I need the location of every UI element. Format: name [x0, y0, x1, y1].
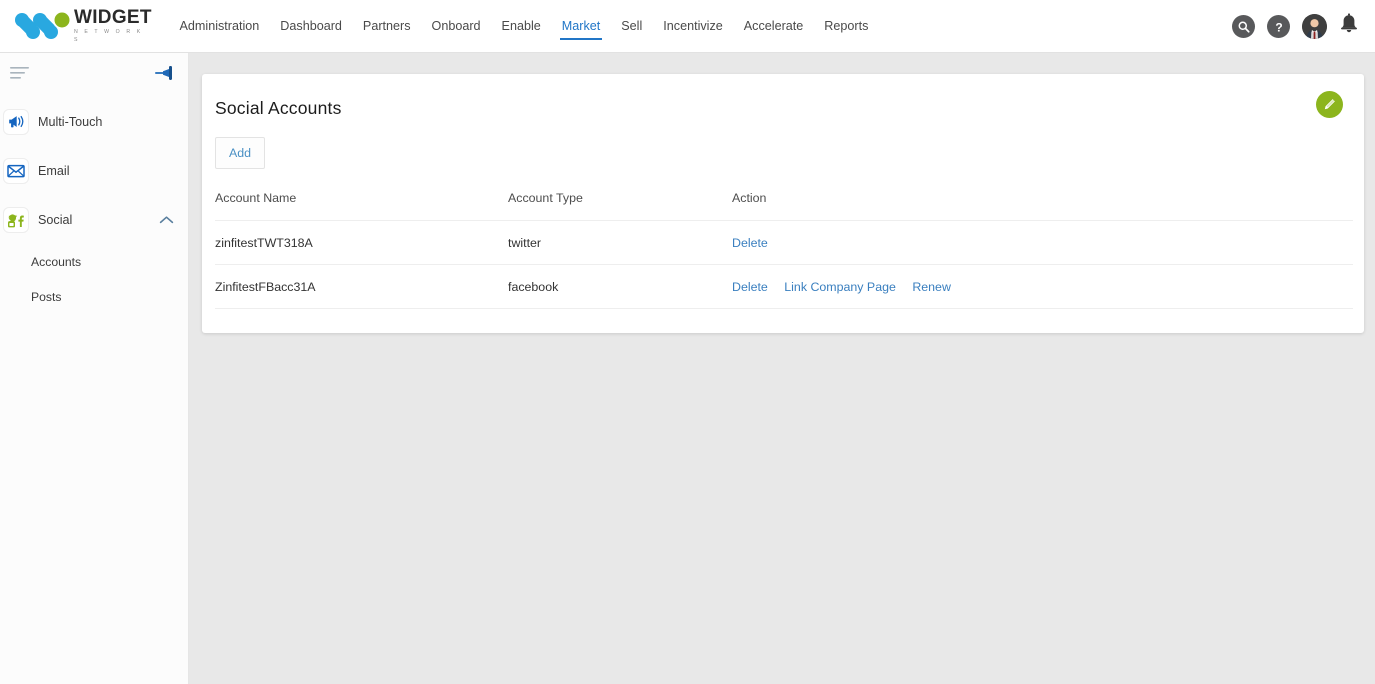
header-actions: ? [1232, 0, 1359, 53]
social-icon [3, 206, 29, 233]
sidebar: Multi-Touch Email Social Accounts Posts [0, 53, 189, 684]
brand-logo[interactable]: WIDGET N E T W O R K S [12, 6, 151, 46]
social-accounts-table: Account Name Account Type Action zinfite… [215, 191, 1353, 309]
nav-item-onboard[interactable]: Onboard [421, 0, 491, 53]
column-header-action: Action [732, 191, 1353, 221]
action-link-company-page[interactable]: Link Company Page [784, 280, 896, 294]
add-button[interactable]: Add [215, 137, 266, 169]
cell-actions: Delete Link Company Page Renew [732, 264, 1353, 309]
cell-actions: Delete [732, 220, 1353, 265]
sidebar-subitem-posts[interactable]: Posts [0, 279, 188, 314]
table-head: Account Name Account Type Action [215, 191, 1353, 221]
main-content: Social Accounts Add Account Name Account… [189, 53, 1375, 684]
brand-name: WIDGET [74, 7, 152, 28]
sidebar-subitem-accounts[interactable]: Accounts [0, 244, 188, 279]
search-icon[interactable] [1232, 15, 1255, 38]
nav-item-incentivize[interactable]: Incentivize [653, 0, 734, 53]
envelope-icon [3, 157, 29, 184]
page-title: Social Accounts [215, 98, 342, 118]
avatar-person-icon [1302, 14, 1327, 39]
column-header-account-type: Account Type [508, 191, 732, 221]
table-row: zinfitestTWT318A twitter Delete [215, 220, 1353, 265]
sidebar-item-email[interactable]: Email [0, 146, 188, 195]
nav-item-partners[interactable]: Partners [352, 0, 421, 53]
top-header-bar: WIDGET N E T W O R K S Administration Da… [0, 0, 1375, 53]
hamburger-glyph [10, 66, 29, 79]
bell-icon[interactable] [1339, 13, 1359, 40]
pencil-icon [1324, 99, 1335, 110]
sidebar-item-label-multi-touch: Multi-Touch [38, 114, 103, 129]
sidebar-item-multi-touch[interactable]: Multi-Touch [0, 97, 188, 146]
nav-item-administration[interactable]: Administration [169, 0, 270, 53]
action-renew[interactable]: Renew [912, 280, 951, 294]
pushpin-glyph [155, 65, 172, 80]
sidebar-item-label-social: Social [38, 212, 73, 227]
nav-item-dashboard[interactable]: Dashboard [270, 0, 353, 53]
nav-item-reports[interactable]: Reports [814, 0, 879, 53]
envelope-glyph [7, 164, 25, 177]
edit-button[interactable] [1316, 91, 1343, 118]
column-header-account-name: Account Name [215, 191, 508, 221]
sidebar-item-social[interactable]: Social [0, 195, 188, 244]
action-delete[interactable]: Delete [732, 236, 768, 250]
brand-tagline: N E T W O R K S [74, 29, 143, 43]
action-delete[interactable]: Delete [732, 280, 768, 294]
nav-item-market[interactable]: Market [551, 0, 611, 53]
table-body: zinfitestTWT318A twitter Delete Zinfites… [215, 220, 1353, 309]
widget-logo-icon [15, 12, 70, 39]
table-header-row: Account Name Account Type Action [215, 191, 1353, 221]
megaphone-icon [3, 108, 29, 135]
pin-icon[interactable] [154, 64, 176, 87]
table-row: ZinfitestFBacc31A facebook Delete Link C… [215, 264, 1353, 309]
search-glyph [1238, 21, 1250, 33]
chevron-up-icon[interactable] [159, 215, 174, 225]
social-networks-glyph [8, 213, 24, 227]
hamburger-icon[interactable] [9, 65, 31, 86]
nav-item-accelerate[interactable]: Accelerate [733, 0, 814, 53]
svg-text:?: ? [1275, 20, 1282, 34]
nav-item-enable[interactable]: Enable [491, 0, 551, 53]
sidebar-item-label-email: Email [38, 163, 70, 178]
cell-account-type: facebook [508, 264, 732, 309]
cell-account-name: zinfitestTWT318A [215, 220, 508, 265]
nav-item-sell[interactable]: Sell [611, 0, 653, 53]
cell-account-type: twitter [508, 220, 732, 265]
chevron-up-glyph [159, 215, 174, 223]
notification-bell-glyph [1341, 13, 1357, 33]
avatar[interactable] [1302, 14, 1327, 39]
cell-account-name: ZinfitestFBacc31A [215, 264, 508, 309]
help-icon[interactable]: ? [1267, 15, 1290, 38]
sidebar-header [0, 53, 188, 97]
megaphone-glyph [8, 115, 23, 128]
main-navigation: Administration Dashboard Partners Onboar… [169, 0, 879, 53]
question-mark-glyph: ? [1275, 20, 1282, 34]
social-accounts-card: Social Accounts Add Account Name Account… [202, 74, 1364, 333]
